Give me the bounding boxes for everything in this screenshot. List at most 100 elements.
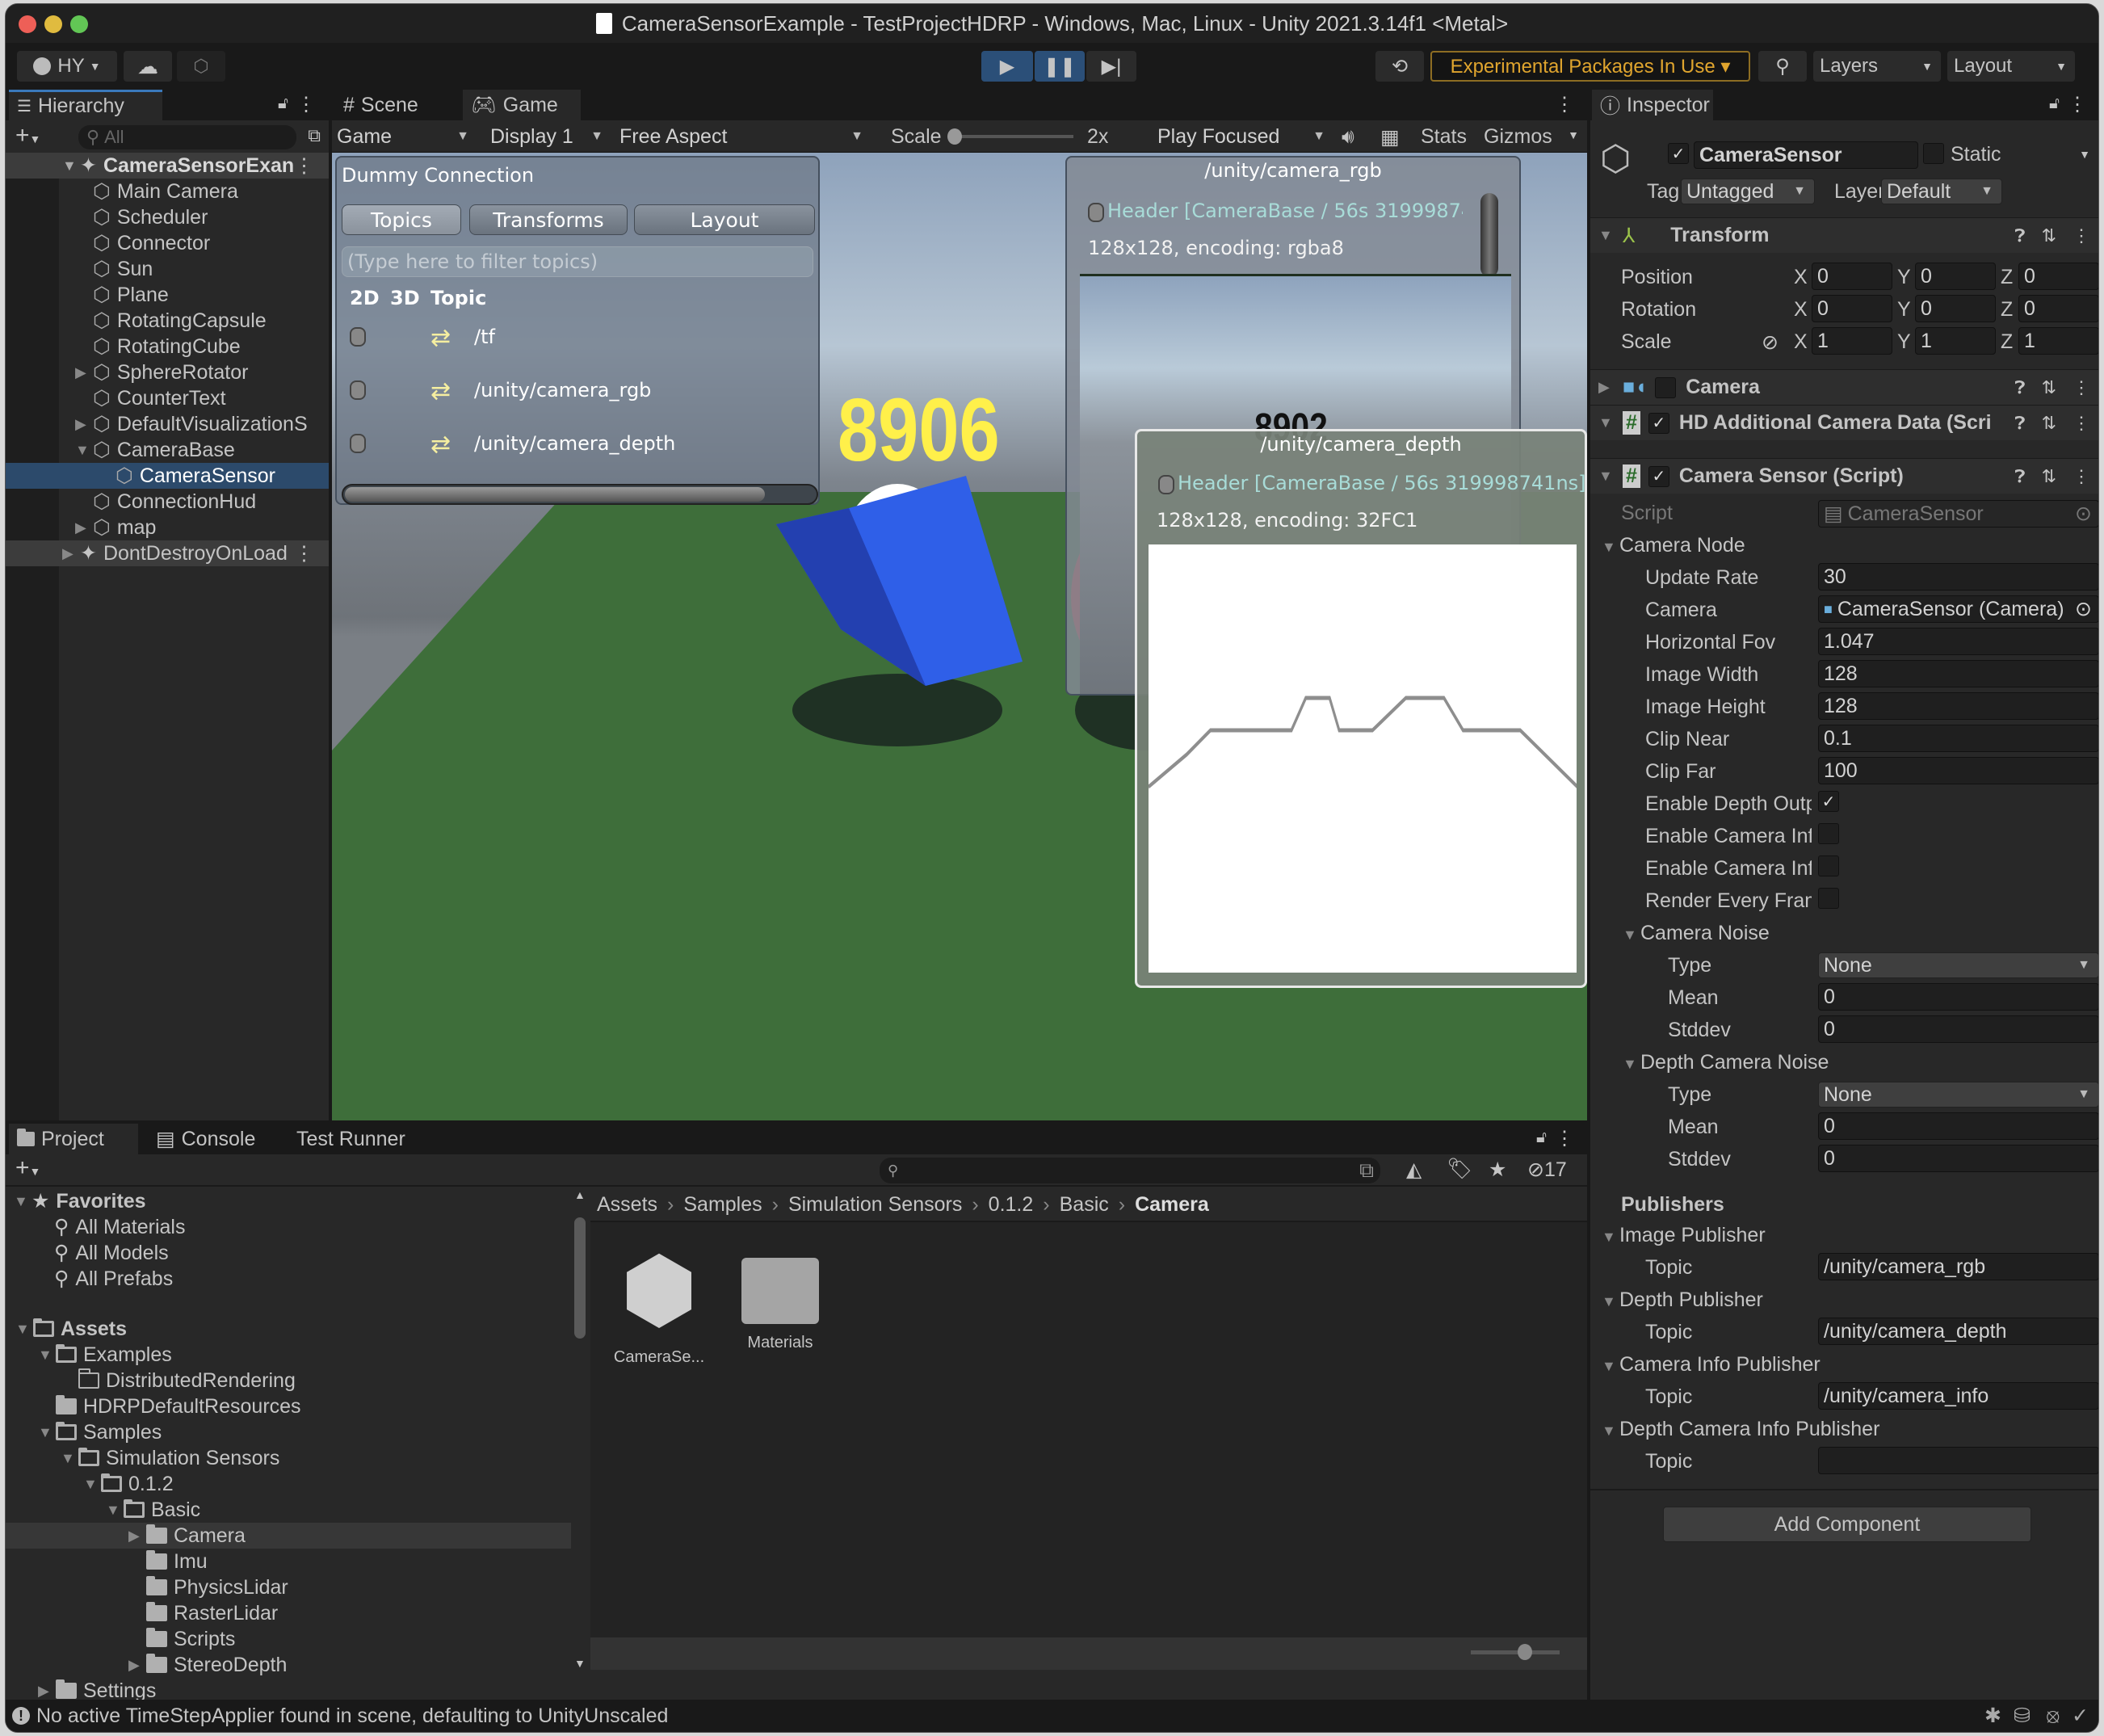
noise-type-dropdown[interactable]: None ▼	[1818, 952, 2098, 978]
tab-hierarchy[interactable]: ☰ Hierarchy	[9, 90, 162, 120]
filter-by-label-icon[interactable]: 🏷︎	[1447, 1158, 1472, 1181]
noise-stddev-input[interactable]: 0	[1818, 1145, 2098, 1172]
publisher-topic-input[interactable]	[1818, 1447, 2098, 1474]
script-field[interactable]: ▤ CameraSensor ⊙	[1818, 500, 2098, 528]
scroll-up-icon[interactable]: ▲	[574, 1188, 586, 1201]
expand-icon[interactable]: ▼	[38, 1347, 56, 1364]
hierarchy-item[interactable]: ⬡ Sun	[6, 256, 329, 282]
undo-history-button[interactable]: ⟲	[1375, 51, 1424, 82]
transform-y-input[interactable]: 0	[1915, 295, 1996, 322]
breadcrumb-item[interactable]: Basic	[1060, 1193, 1109, 1217]
active-checkbox[interactable]: ✓	[1668, 143, 1689, 164]
toggle-checkbox[interactable]: ✓	[1818, 791, 1839, 812]
more-options-icon[interactable]: ⋮	[2073, 377, 2090, 398]
hierarchy-item[interactable]: ⬡ Main Camera	[6, 179, 329, 204]
tab-test-runner[interactable]: Test Runner	[288, 1124, 414, 1154]
expand-icon[interactable]: ▶	[75, 364, 93, 381]
game-view-dropdown[interactable]: Game ▼	[332, 124, 477, 149]
project-folder-item[interactable]: Imu	[6, 1549, 571, 1574]
project-folder-item[interactable]: ▶ Camera	[6, 1523, 571, 1549]
asset-item[interactable]: ⬢ CameraSe...	[614, 1242, 704, 1367]
depth-image-window[interactable]: /unity/camera_depth Header [CameraBase /…	[1135, 429, 1587, 988]
tab-scene[interactable]: # Scene	[335, 90, 456, 120]
tag-dropdown[interactable]: Untagged ▼	[1681, 179, 1815, 204]
project-folder-item[interactable]: ▼ 0.1.2	[6, 1471, 571, 1497]
project-folder-item[interactable]: ▼ Samples	[6, 1419, 571, 1445]
project-folder-item[interactable]: ▼ Simulation Sensors	[6, 1445, 571, 1471]
hierarchy-item[interactable]: ⬡ CameraSensor	[6, 463, 329, 489]
transform-y-input[interactable]: 0	[1915, 263, 1996, 290]
pause-button[interactable]: ❚❚	[1035, 51, 1085, 82]
project-folder-item[interactable]: Scripts	[6, 1626, 571, 1652]
hd-camera-data-header[interactable]: ▼ # ✓ HD Additional Camera Data (Scri ❓︎…	[1590, 405, 2098, 440]
collab-button[interactable]: ⬡	[177, 51, 225, 82]
project-search-input[interactable]: ⚲ ⧉	[880, 1158, 1380, 1183]
toggle-checkbox[interactable]	[1818, 888, 1839, 909]
cloud-button[interactable]: ☁	[124, 51, 172, 82]
lock-icon[interactable]: 🔓︎	[2049, 95, 2060, 113]
hierarchy-item[interactable]: ⬡ ConnectionHud	[6, 489, 329, 515]
hierarchy-item[interactable]: ▶ ⬡ DefaultVisualizationS	[6, 411, 329, 437]
stats-button[interactable]: Stats	[1421, 125, 1467, 149]
tree-scrollbar[interactable]: ▲ ▼	[571, 1188, 589, 1670]
transform-x-input[interactable]: 0	[1812, 295, 1892, 322]
camera-sensor-header[interactable]: ▼ # ✓ Camera Sensor (Script) ❓︎ ⇅ ⋮	[1590, 458, 2098, 494]
transform-x-input[interactable]: 0	[1812, 263, 1892, 290]
transform-z-input[interactable]: 0	[2018, 263, 2098, 290]
search-in-scene-icon[interactable]: ⧉	[1359, 1159, 1374, 1183]
filter-by-type-icon[interactable]: ◭	[1406, 1158, 1422, 1182]
publisher-foldout[interactable]: ▼ Depth Publisher	[1602, 1288, 1763, 1312]
topic-2d-toggle[interactable]	[350, 434, 366, 453]
lock-icon[interactable]: 🔓︎	[278, 95, 288, 113]
hierarchy-item[interactable]: ⬡ RotatingCapsule	[6, 308, 329, 334]
field-input[interactable]: ■ CameraSensor (Camera) ⊙	[1818, 595, 2098, 623]
experimental-packages-button[interactable]: Experimental Packages In Use ▾	[1430, 51, 1750, 82]
transform-y-input[interactable]: 1	[1915, 327, 1996, 355]
help-icon[interactable]: ❓︎	[2014, 413, 2025, 434]
help-icon[interactable]: ❓︎	[2014, 225, 2025, 246]
expand-icon[interactable]: ▼	[106, 1502, 124, 1519]
auto-generate-lighting-icon[interactable]: ⦻	[2046, 1704, 2060, 1728]
topic-name[interactable]: /unity/camera_rgb	[474, 379, 651, 401]
expand-icon[interactable]: ▼	[1598, 468, 1616, 485]
expand-icon[interactable]: ▼	[38, 1424, 56, 1441]
layers-dropdown[interactable]: Layers ▼	[1813, 51, 1941, 82]
debug-mode-icon[interactable]: ✱	[1984, 1704, 2001, 1728]
more-options-icon[interactable]: ⋮	[294, 153, 314, 178]
maximize-window-button[interactable]	[70, 15, 88, 33]
create-asset-button[interactable]: +▼	[15, 1154, 40, 1182]
more-options-icon[interactable]: ⋮	[1555, 1127, 1574, 1150]
hierarchy-item[interactable]: ▼ ⬡ CameraBase	[6, 437, 329, 463]
field-input[interactable]: 128	[1818, 692, 2098, 720]
asset-item[interactable]: Materials	[736, 1242, 825, 1367]
field-input[interactable]: 100	[1818, 757, 2098, 784]
expand-icon[interactable]: ▼	[75, 442, 93, 459]
field-input[interactable]: 1.047	[1818, 628, 2098, 655]
display-dropdown[interactable]: Display 1 ▼	[485, 124, 611, 149]
cache-server-icon[interactable]: ⛁	[2014, 1704, 2031, 1728]
status-message[interactable]: No active TimeStepApplier found in scene…	[36, 1704, 668, 1728]
more-options-icon[interactable]: ⋮	[1555, 93, 1574, 116]
close-window-button[interactable]	[19, 15, 36, 33]
more-options-icon[interactable]: ⋮	[2073, 466, 2090, 487]
step-button[interactable]: ▶|	[1086, 51, 1136, 82]
field-input[interactable]: 128	[1818, 660, 2098, 687]
hud-horizontal-scrollbar[interactable]	[342, 484, 818, 505]
favorite-search-item[interactable]: ⚲ All Models	[54, 1240, 169, 1266]
tab-game[interactable]: 🎮︎ Game	[463, 90, 581, 120]
more-options-icon[interactable]: ⋮	[2068, 93, 2087, 116]
camera-node-foldout[interactable]: ▼ Camera Node	[1602, 534, 1745, 557]
project-folder-item[interactable]: ▶ StereoDepth	[6, 1652, 571, 1678]
grid-icon[interactable]: ▦	[1380, 125, 1400, 149]
favorites-star-icon[interactable]: ★	[1489, 1158, 1506, 1182]
breadcrumb-item[interactable]: Camera	[1135, 1193, 1209, 1217]
publisher-topic-input[interactable]: /unity/camera_info	[1818, 1382, 2098, 1410]
project-folder-item[interactable]: DistributedRendering	[6, 1368, 571, 1393]
expand-icon[interactable]: ▼	[1602, 1293, 1619, 1310]
scrollbar-thumb[interactable]	[345, 487, 765, 502]
add-object-button[interactable]: +▼	[15, 122, 40, 149]
topic-filter-input[interactable]: (Type here to filter topics)	[342, 246, 813, 277]
more-options-icon[interactable]: ⋮	[2073, 225, 2090, 246]
breadcrumb-item[interactable]: Assets	[597, 1193, 657, 1217]
expand-icon[interactable]: ▼	[14, 1193, 31, 1210]
